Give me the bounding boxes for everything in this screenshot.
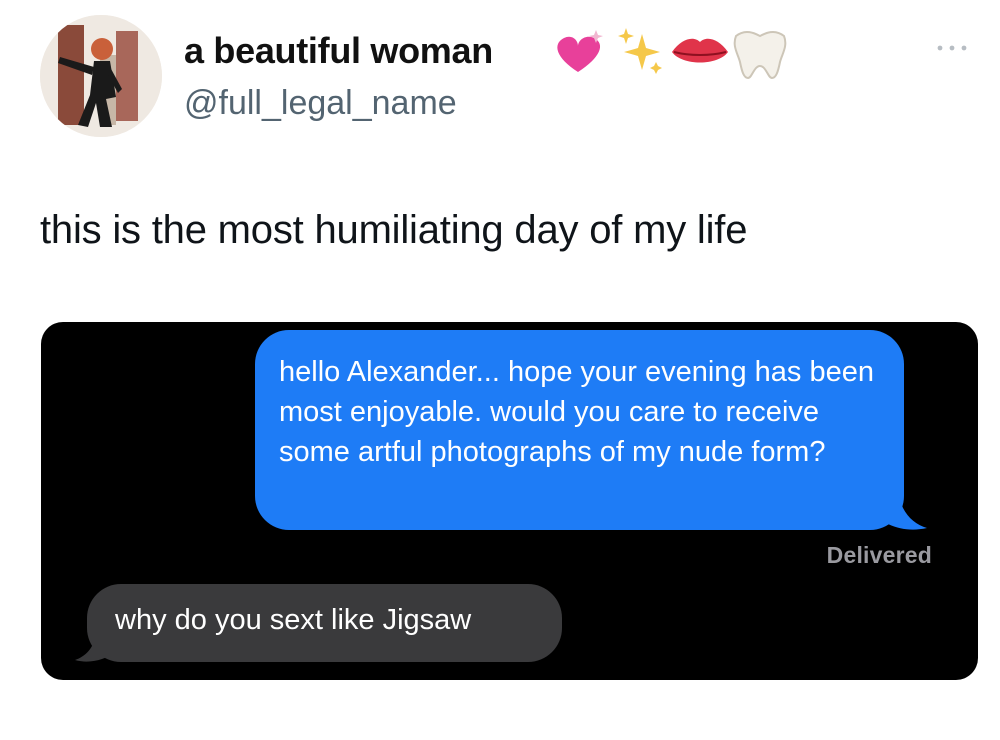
more-options-icon <box>937 45 967 51</box>
display-name[interactable]: a beautiful woman <box>184 30 493 72</box>
received-message-text: why do you sext like Jigsaw <box>115 604 472 636</box>
name-emojis <box>550 22 790 82</box>
avatar-photo <box>40 15 162 137</box>
sent-bubble-tail-icon <box>879 494 927 530</box>
sparkles-icon <box>618 28 662 74</box>
delivery-status: Delivered <box>826 542 932 568</box>
tooth-icon <box>733 30 787 80</box>
heart-with-sparkles-icon <box>557 30 603 72</box>
avatar[interactable] <box>40 15 162 137</box>
received-message-bubble: why do you sext like Jigsaw <box>87 584 562 662</box>
more-options-button[interactable] <box>932 36 972 60</box>
sent-message-text: hello Alexander... hope your evening has… <box>279 356 874 468</box>
sent-message-bubble: hello Alexander... hope your evening has… <box>255 330 904 530</box>
embedded-message-screenshot: hello Alexander... hope your evening has… <box>41 322 978 680</box>
lips-icon <box>672 38 728 63</box>
received-bubble-tail-icon <box>75 630 115 662</box>
user-handle[interactable]: @full_legal_name <box>184 84 457 123</box>
post-text: this is the most humiliating day of my l… <box>40 208 748 252</box>
